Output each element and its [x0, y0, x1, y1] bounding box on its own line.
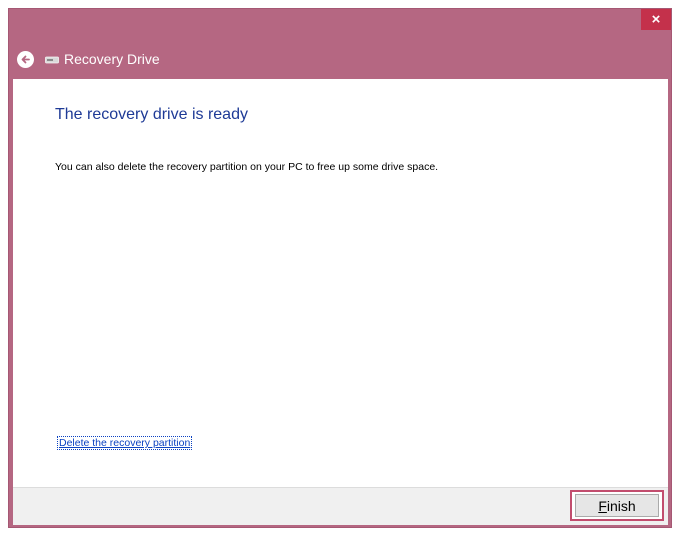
back-button[interactable] — [17, 51, 34, 68]
title-bar: × — [9, 9, 671, 39]
window-title: Recovery Drive — [64, 51, 160, 67]
back-arrow-icon — [21, 55, 30, 64]
page-description: You can also delete the recovery partiti… — [55, 161, 439, 173]
footer-bar: Finish — [13, 487, 668, 525]
delete-recovery-partition-link[interactable]: Delete the recovery partition — [57, 436, 193, 450]
close-button[interactable]: × — [641, 9, 671, 30]
recovery-drive-window: × Recovery Drive The recovery drive is r… — [8, 8, 672, 528]
content-area: The recovery drive is ready You can also… — [13, 79, 668, 487]
finish-button-highlight: Finish — [570, 490, 664, 521]
drive-icon — [45, 56, 59, 64]
finish-button[interactable]: Finish — [575, 494, 659, 517]
close-icon: × — [651, 11, 661, 28]
page-heading: The recovery drive is ready — [55, 106, 248, 123]
navigation-bar: Recovery Drive — [9, 43, 671, 77]
